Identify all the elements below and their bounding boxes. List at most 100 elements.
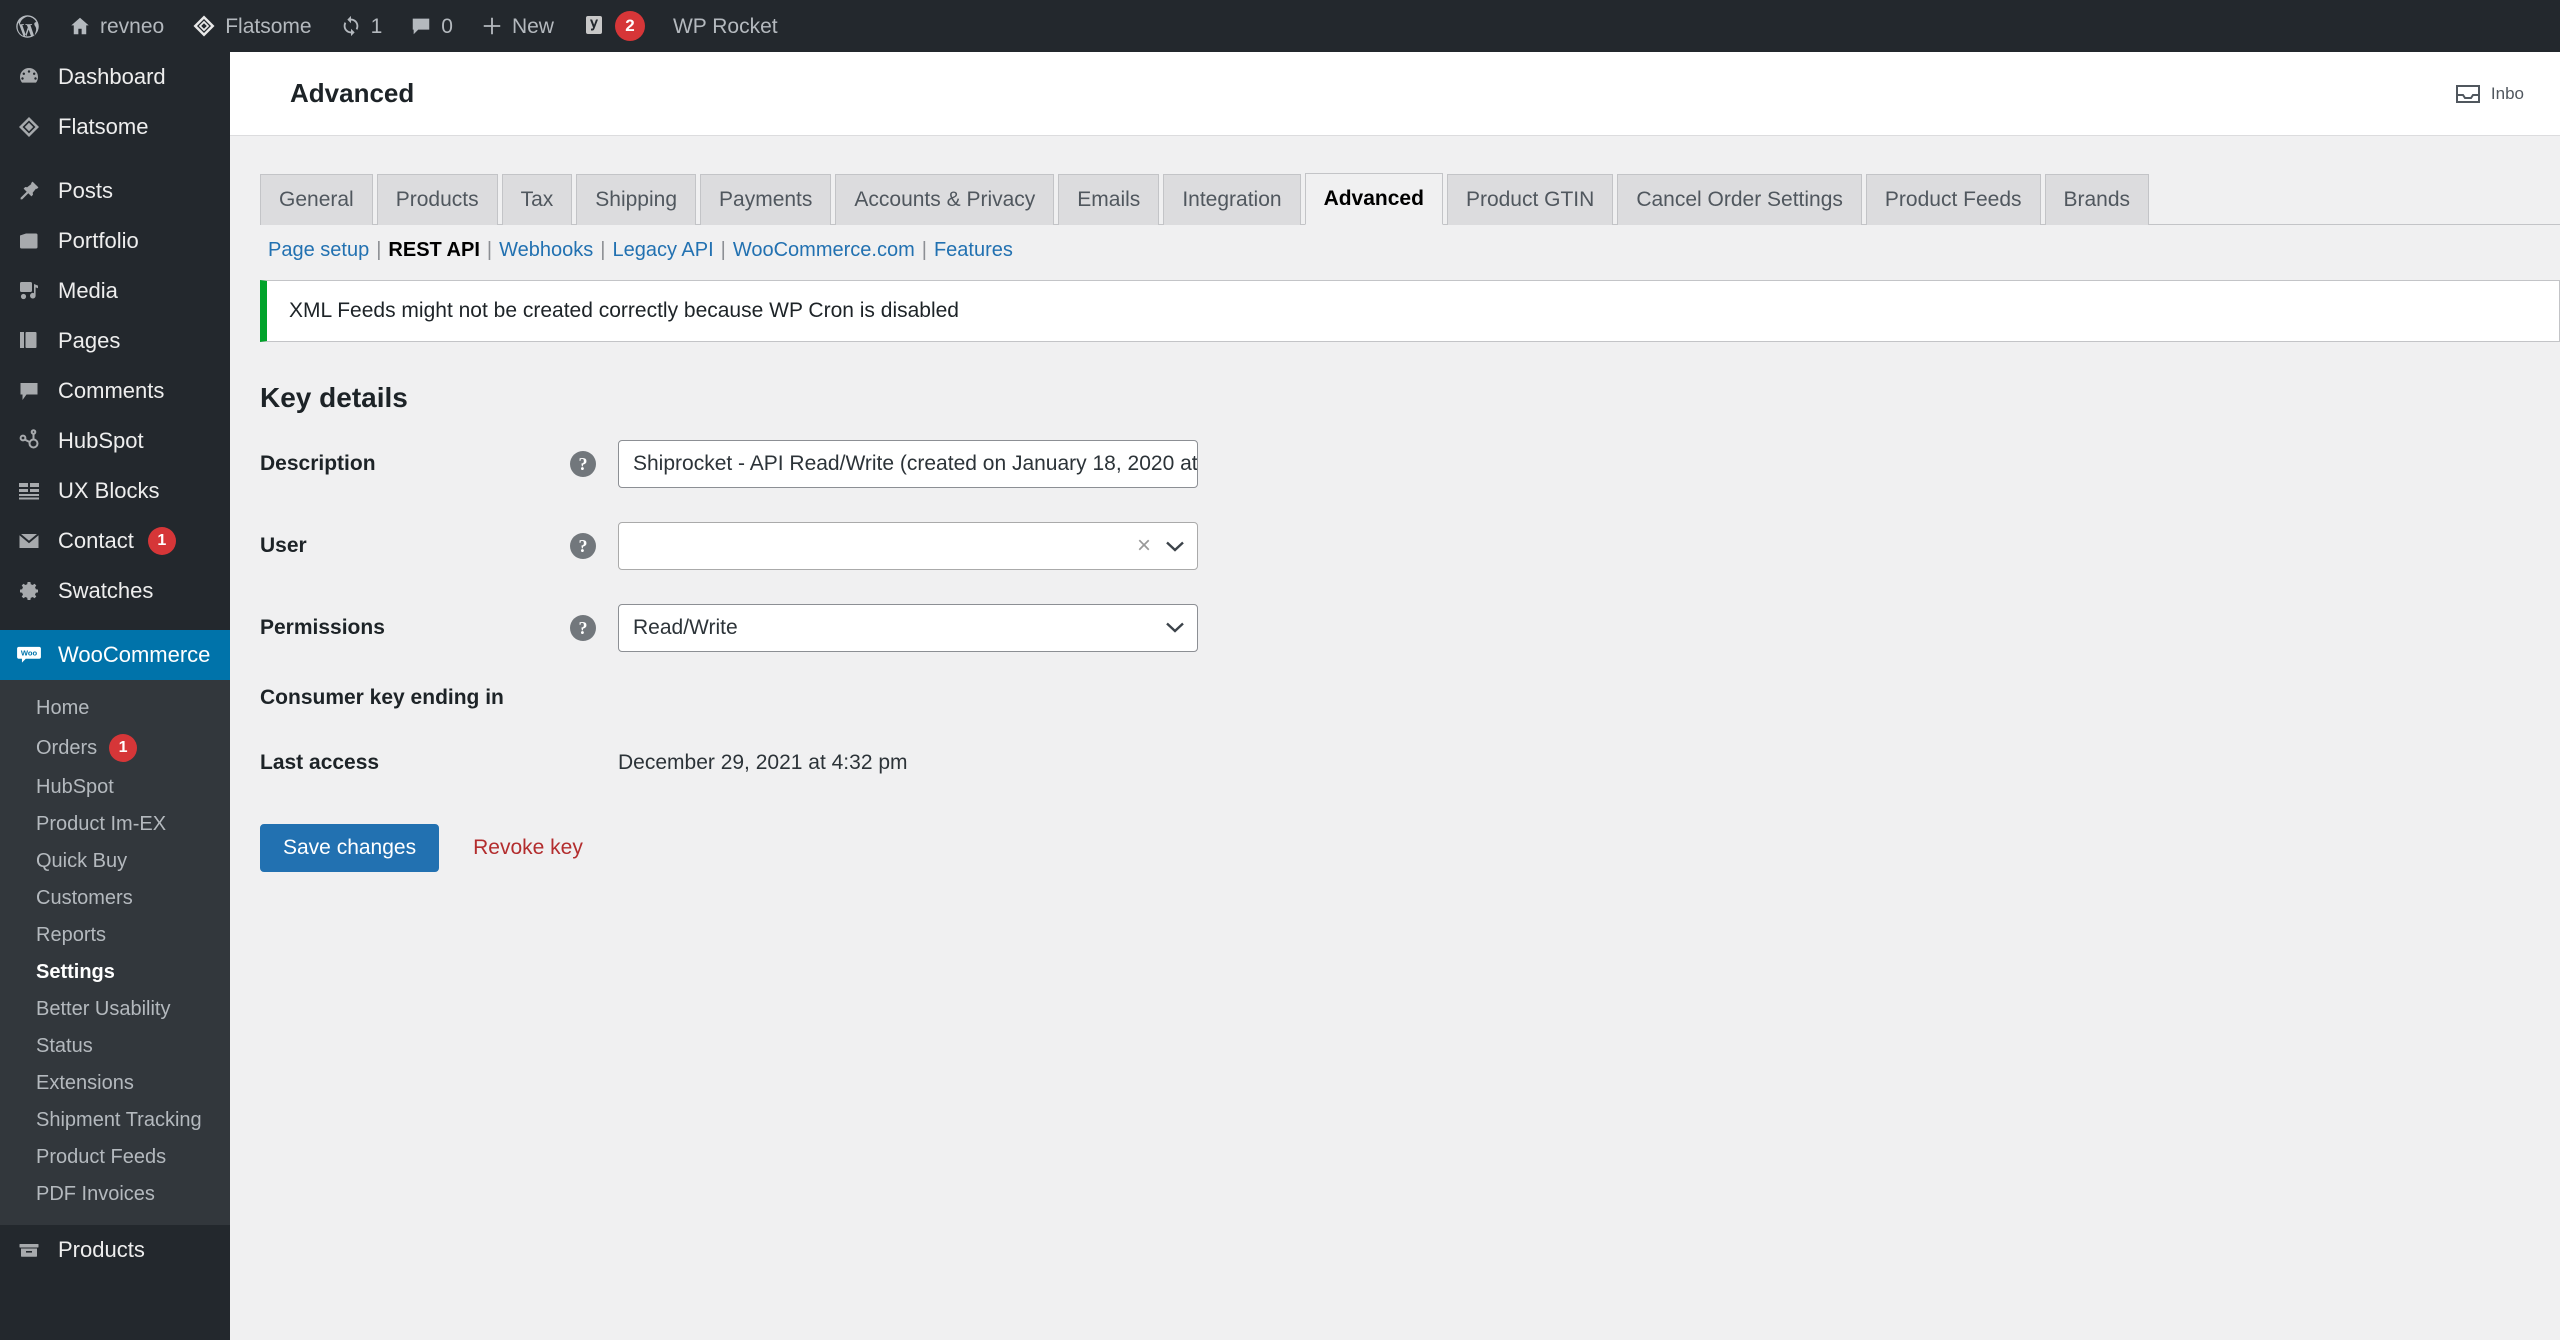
admin-bar-site-name[interactable]: revneo (55, 0, 178, 52)
subnav-rest-api[interactable]: REST API (388, 239, 480, 262)
submenu-item-label: PDF Invoices (36, 1183, 155, 1205)
sidebar-divider (0, 152, 230, 166)
sidebar-item-ux-blocks[interactable]: UX Blocks (0, 466, 230, 516)
user-row: User ? × (260, 522, 2560, 571)
submenu-item-label: Product Im-EX (36, 813, 167, 835)
submenu-item-label: Quick Buy (36, 850, 128, 872)
submenu-item-orders[interactable]: Orders 1 (0, 727, 230, 769)
header-inbox-button[interactable]: Inbo (2455, 83, 2524, 105)
notice-message: XML Feeds might not be created correctly… (289, 299, 959, 323)
sidebar-item-hubspot[interactable]: HubSpot (0, 416, 230, 466)
tab-integration[interactable]: Integration (1163, 174, 1301, 226)
admin-bar-updates[interactable]: 1 (326, 0, 397, 52)
admin-bar-wp-rocket[interactable]: WP Rocket (659, 0, 792, 52)
submenu-item-home[interactable]: Home (0, 690, 230, 727)
submenu-item-product-feeds[interactable]: Product Feeds (0, 1139, 230, 1176)
tab-cancel-order-settings[interactable]: Cancel Order Settings (1617, 174, 1862, 226)
inbox-icon (2455, 83, 2481, 105)
help-icon[interactable]: ? (570, 615, 596, 642)
plus-icon (481, 15, 503, 37)
description-input[interactable]: Shiprocket - API Read/Write (created on … (618, 440, 1198, 489)
submenu-item-label: Extensions (36, 1072, 134, 1094)
cron-warning-notice: XML Feeds might not be created correctly… (260, 280, 2560, 343)
tab-accounts-privacy[interactable]: Accounts & Privacy (835, 174, 1055, 226)
tab-tax[interactable]: Tax (501, 174, 573, 226)
wordpress-logo-button[interactable] (0, 0, 55, 52)
submenu-item-hubspot[interactable]: HubSpot (0, 769, 230, 806)
tab-brands[interactable]: Brands (2044, 174, 2150, 226)
submenu-item-customers[interactable]: Customers (0, 880, 230, 917)
submenu-item-product-im-ex[interactable]: Product Im-EX (0, 806, 230, 843)
hubspot-icon (14, 426, 44, 456)
flatsome-icon (192, 14, 216, 38)
tab-shipping[interactable]: Shipping (576, 174, 697, 226)
sidebar-item-contact[interactable]: Contact 1 (0, 516, 230, 566)
submenu-item-label: Customers (36, 887, 133, 909)
subnav-separator: | (486, 239, 493, 262)
revoke-key-link[interactable]: Revoke key (473, 836, 583, 860)
consumer-key-row: Consumer key ending in (260, 686, 2560, 710)
admin-bar-new-content[interactable]: New (467, 0, 568, 52)
help-icon[interactable]: ? (570, 451, 596, 478)
user-label: User (260, 534, 307, 558)
subnav: Page setup | REST API | Webhooks | Legac… (260, 225, 2560, 262)
permissions-select[interactable]: Read/Write (618, 604, 1198, 653)
subnav-page-setup[interactable]: Page setup (268, 239, 369, 262)
submenu-item-status[interactable]: Status (0, 1028, 230, 1065)
chevron-down-icon[interactable] (1165, 540, 1185, 553)
comments-count: 0 (441, 14, 453, 38)
help-icon[interactable]: ? (570, 533, 596, 560)
tab-payments[interactable]: Payments (700, 174, 832, 226)
sidebar-item-label: Media (58, 278, 118, 303)
tab-product-feeds[interactable]: Product Feeds (1865, 174, 2041, 226)
tab-product-gtin[interactable]: Product GTIN (1446, 174, 1614, 226)
portfolio-icon (14, 226, 44, 256)
submenu-item-label: Orders (36, 736, 98, 759)
subnav-webhooks[interactable]: Webhooks (499, 239, 593, 262)
clear-icon[interactable]: × (1137, 534, 1151, 558)
sidebar-item-products[interactable]: Products (0, 1225, 230, 1275)
sidebar-item-label: Swatches (58, 578, 154, 603)
tab-products[interactable]: Products (376, 174, 498, 226)
description-label: Description (260, 452, 376, 476)
sidebar-item-swatches[interactable]: Swatches (0, 566, 230, 616)
submenu-item-settings[interactable]: Settings (0, 954, 230, 991)
subnav-woocommerce-com[interactable]: WooCommerce.com (733, 239, 915, 262)
submenu-item-label: Reports (36, 924, 107, 946)
admin-bar-theme[interactable]: Flatsome (178, 0, 325, 52)
sidebar-item-comments[interactable]: Comments (0, 366, 230, 416)
chevron-down-icon[interactable] (1165, 616, 1185, 640)
sidebar-item-media[interactable]: Media (0, 266, 230, 316)
admin-sidebar: Dashboard Flatsome Posts Portfolio Media… (0, 52, 230, 1340)
svg-text:Woo: Woo (21, 649, 38, 658)
submenu-item-pdf-invoices[interactable]: PDF Invoices (0, 1176, 230, 1213)
last-access-row: Last access December 29, 2021 at 4:32 pm (260, 750, 2560, 776)
tab-emails[interactable]: Emails (1058, 174, 1160, 226)
submenu-item-shipment-tracking[interactable]: Shipment Tracking (0, 1102, 230, 1139)
submenu-item-extensions[interactable]: Extensions (0, 1065, 230, 1102)
user-select[interactable]: × (618, 522, 1198, 571)
yoast-badge: 2 (614, 11, 645, 41)
sidebar-item-woocommerce[interactable]: Woo WooCommerce (0, 630, 230, 680)
subnav-legacy-api[interactable]: Legacy API (612, 239, 713, 262)
sidebar-item-pages[interactable]: Pages (0, 316, 230, 366)
admin-bar-comments[interactable]: 0 (396, 0, 467, 52)
settings-tabs: General Products Tax Shipping Payments A… (260, 172, 2560, 226)
tab-general[interactable]: General (260, 174, 373, 226)
subnav-separator: | (720, 239, 726, 262)
sidebar-item-portfolio[interactable]: Portfolio (0, 216, 230, 266)
subnav-features[interactable]: Features (934, 239, 1013, 262)
tab-advanced[interactable]: Advanced (1304, 173, 1443, 226)
last-access-label: Last access (260, 751, 380, 775)
submenu-item-quick-buy[interactable]: Quick Buy (0, 843, 230, 880)
sidebar-item-dashboard[interactable]: Dashboard (0, 52, 230, 102)
description-row: Description ? Shiprocket - API Read/Writ… (260, 440, 2560, 489)
submenu-item-reports[interactable]: Reports (0, 917, 230, 954)
admin-bar-yoast[interactable]: 2 (568, 0, 659, 52)
save-changes-button[interactable]: Save changes (260, 824, 440, 873)
sidebar-item-posts[interactable]: Posts (0, 166, 230, 216)
sidebar-item-flatsome[interactable]: Flatsome (0, 102, 230, 152)
dashboard-icon (14, 62, 44, 92)
sidebar-item-label: Products (58, 1237, 145, 1262)
submenu-item-better-usability[interactable]: Better Usability (0, 991, 230, 1028)
